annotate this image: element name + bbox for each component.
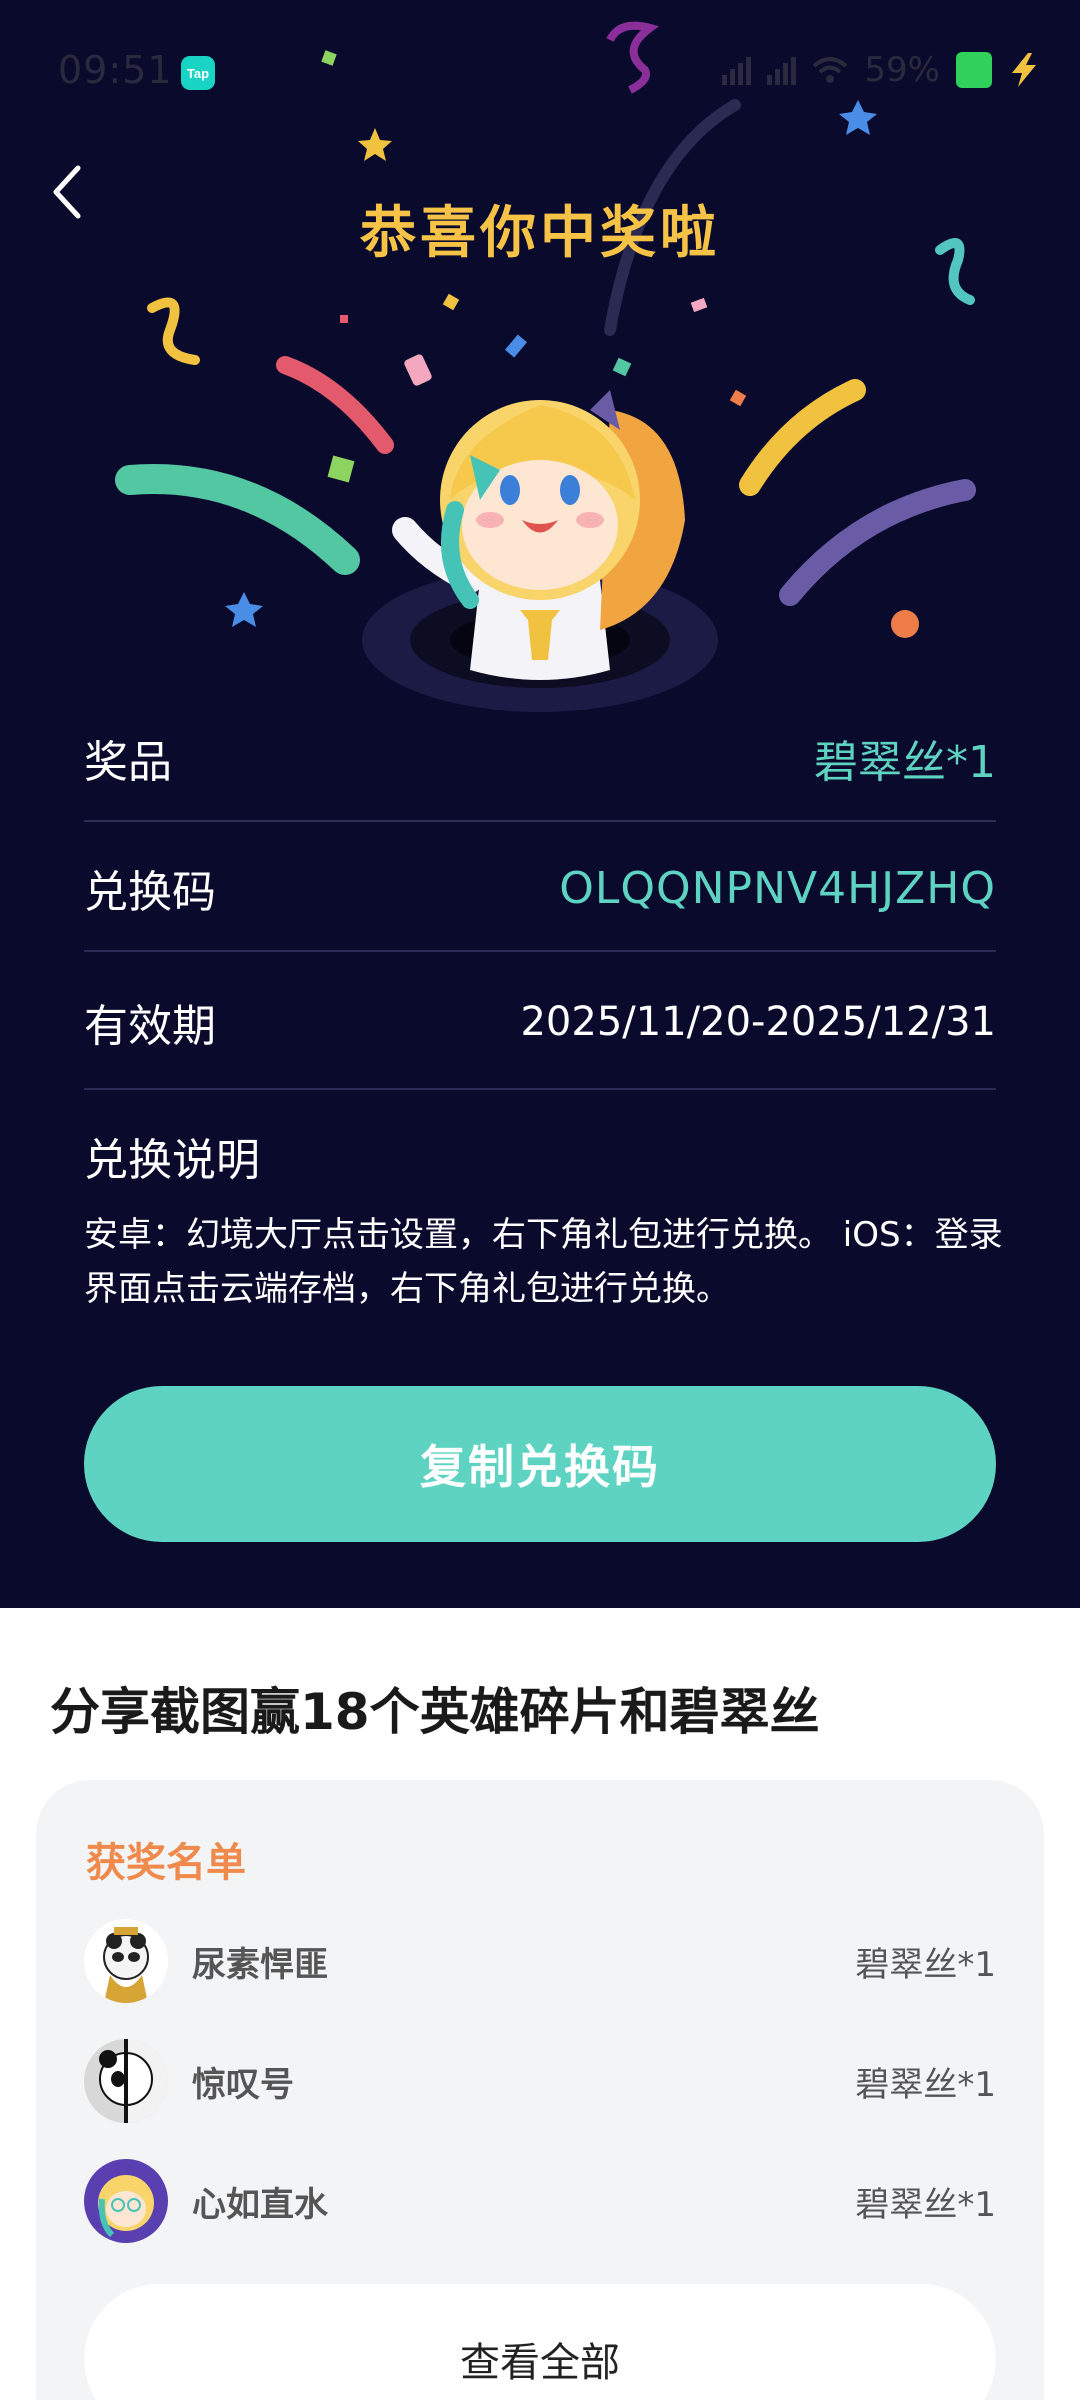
avatar xyxy=(84,2039,168,2123)
wifi-icon xyxy=(813,57,848,83)
signal-icon xyxy=(722,55,752,85)
validity-value: 2025/11/20-2025/12/31 xyxy=(520,999,996,1045)
validity-row: 有效期 2025/11/20-2025/12/31 xyxy=(84,990,996,1054)
prize-row: 奖品 碧翠丝*1 xyxy=(84,726,996,790)
divider xyxy=(84,820,996,822)
code-row: 兑换码 OLQQNPNV4HJZHQ xyxy=(84,856,996,920)
winner-prize: 碧翠丝*1 xyxy=(855,2184,996,2225)
divider xyxy=(84,1088,996,1090)
avatar xyxy=(84,2159,168,2243)
prize-value: 碧翠丝*1 xyxy=(814,737,996,788)
winner-name: 心如直水 xyxy=(192,2184,328,2225)
status-bar: 09:51 Tap 59% xyxy=(0,0,1080,140)
redeem-instructions-text: 安卓：幻境大厅点击设置，右下角礼包进行兑换。 iOS：登录界面点击云端存档，右下… xyxy=(84,1215,1003,1309)
code-label: 兑换码 xyxy=(84,867,216,918)
redeem-instructions-title: 兑换说明 xyxy=(84,1135,260,1186)
charging-bolt-icon xyxy=(1012,53,1036,87)
list-item: 心如直水 碧翠丝*1 xyxy=(84,2156,996,2246)
share-title: 分享截图赢18个英雄碎片和碧翠丝 xyxy=(50,1683,820,1741)
prize-label: 奖品 xyxy=(84,737,172,788)
redeem-code: OLQQNPNV4HJZHQ xyxy=(559,862,996,914)
winner-name: 惊叹号 xyxy=(192,2064,294,2105)
status-icons: 59% xyxy=(722,50,1040,90)
validity-label: 有效期 xyxy=(84,1001,216,1052)
taptap-notification-icon: Tap xyxy=(181,56,215,90)
signal-icon-2 xyxy=(767,55,797,85)
list-item: 尿素悍匪 碧翠丝*1 xyxy=(84,1916,996,2006)
winners-title: 获奖名单 xyxy=(86,1840,246,1886)
winner-name: 尿素悍匪 xyxy=(192,1944,328,1985)
congrats-title: 恭喜你中奖啦 xyxy=(360,201,720,266)
winner-prize: 碧翠丝*1 xyxy=(855,1944,996,1985)
winner-prize: 碧翠丝*1 xyxy=(855,2064,996,2105)
winners-card: 获奖名单 尿素悍匪 碧翠丝*1 惊叹号 碧翠丝*1 心如直水 碧翠丝*1 查看全… xyxy=(36,1780,1044,2400)
list-item: 惊叹号 碧翠丝*1 xyxy=(84,2036,996,2126)
divider xyxy=(84,950,996,952)
battery-percent: 59% xyxy=(864,50,940,90)
battery-icon xyxy=(956,52,992,88)
avatar xyxy=(84,1919,168,2003)
prize-hero: 09:51 Tap 59% 恭喜你中奖啦 奖品 碧翠丝*1 兑换码 OLQQNP… xyxy=(0,0,1080,1608)
view-all-button[interactable]: 查看全部 xyxy=(84,2284,996,2400)
copy-code-button[interactable]: 复制兑换码 xyxy=(84,1386,996,1542)
status-time: 09:51 xyxy=(58,48,173,92)
